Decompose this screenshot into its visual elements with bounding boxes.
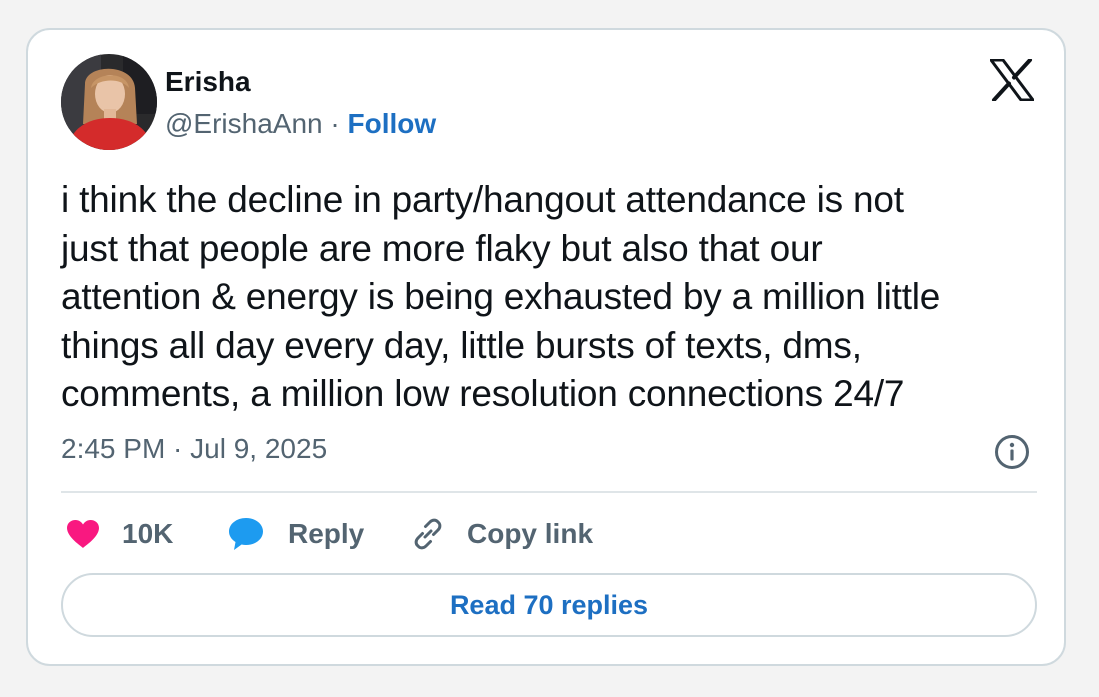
- separator-dot: ·: [330, 108, 340, 139]
- like-count: 10K: [122, 518, 174, 549]
- like-button[interactable]: 10K: [66, 514, 173, 554]
- divider: [61, 491, 1037, 493]
- speech-bubble-icon: [229, 518, 263, 550]
- copy-link-label: Copy link: [467, 518, 594, 549]
- tweet-text-line: things all day every day, little bursts …: [61, 324, 862, 366]
- author-handle[interactable]: @ErishaAnn: [165, 108, 323, 139]
- tweet-text-line: comments, a million low resolution conne…: [61, 373, 905, 414]
- tweet-timestamp[interactable]: 2:45 PM · Jul 9, 2025: [61, 432, 327, 466]
- copy-link-button[interactable]: Copy link: [411, 514, 593, 554]
- tweet-text-line: attention & energy is being exhausted by…: [61, 276, 941, 317]
- avatar[interactable]: [61, 54, 157, 150]
- follow-button[interactable]: Follow: [348, 108, 437, 139]
- read-replies-button[interactable]: Read 70 replies: [61, 573, 1037, 637]
- heart-icon: [67, 520, 99, 548]
- info-icon[interactable]: [994, 434, 1030, 470]
- tweet-text: i think the decline in party/hangout att…: [61, 176, 1041, 419]
- reply-label: Reply: [288, 518, 365, 549]
- author-handle-row: @ErishaAnn · Follow: [165, 108, 436, 140]
- reply-button[interactable]: Reply: [228, 514, 364, 554]
- tweet-card: Erisha @ErishaAnn · Follow i think the d…: [26, 28, 1066, 666]
- author-display-name[interactable]: Erisha: [165, 66, 251, 98]
- avatar-image: [61, 54, 157, 150]
- tweet-text-line: just that people are more flaky but also…: [61, 227, 823, 269]
- x-logo-icon[interactable]: [989, 58, 1035, 102]
- tweet-text-line: i think the decline in party/hangout att…: [61, 179, 904, 220]
- link-icon: [414, 518, 442, 550]
